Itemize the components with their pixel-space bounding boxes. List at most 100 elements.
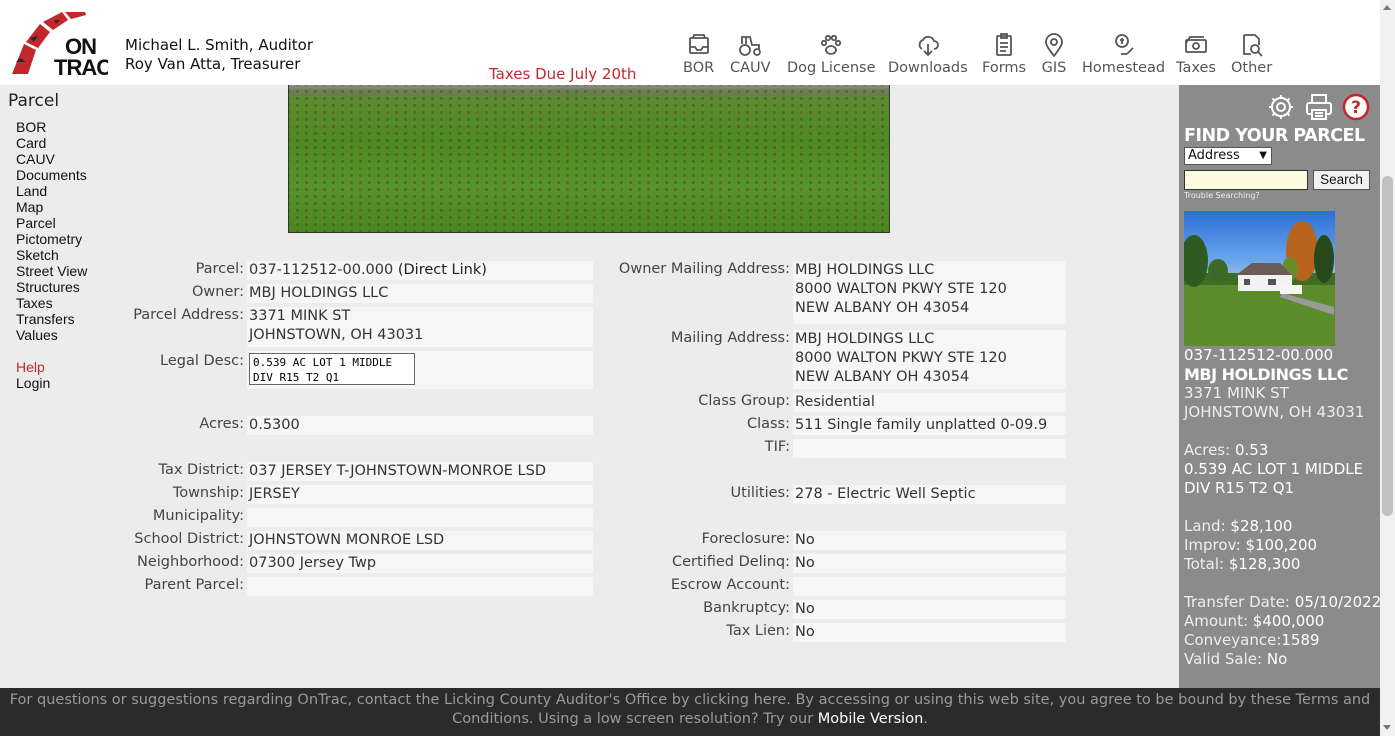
footer-line-2: Conditions. Using a low screen resolutio…	[0, 710, 1380, 729]
nav-gis-label: GIS	[1041, 60, 1067, 76]
sidebar-improv: Improv: $100,200	[1184, 536, 1317, 555]
nav-bor[interactable]: BOR	[683, 32, 714, 76]
sidebar-total-value: $128,300	[1228, 555, 1301, 573]
ontrac-logo[interactable]: ON TRAC	[10, 8, 113, 80]
nav-other[interactable]: Other	[1231, 32, 1272, 76]
sidebar-valid-label: Valid Sale:	[1184, 650, 1263, 668]
direct-link[interactable]: (Direct Link)	[398, 262, 487, 278]
tax-lien-value: No	[793, 623, 1066, 642]
auditor-name: Michael L. Smith, Auditor	[125, 36, 314, 54]
nav-dog-license-label: Dog License	[787, 60, 876, 76]
parent-parcel-value	[247, 577, 593, 596]
certified-delinq-value: No	[793, 554, 1066, 573]
clipboard-icon	[996, 33, 1012, 56]
sidenav-title: Parcel	[8, 91, 60, 111]
owner-mailing-line-1: MBJ HOLDINGS LLC	[795, 262, 935, 278]
certified-delinq-label: Certified Delinq:	[671, 554, 790, 570]
parcel-photo[interactable]	[288, 85, 890, 233]
bankruptcy-value: No	[793, 600, 1066, 619]
search-input[interactable]	[1184, 170, 1308, 190]
legal-desc-textarea[interactable]: 0.539 AC LOT 1 MIDDLE DIV R15 T2 Q1	[249, 353, 415, 385]
sidebar-land-label: Land:	[1184, 517, 1226, 535]
school-district-label: School District:	[134, 531, 244, 547]
tractor-icon	[739, 36, 762, 56]
parcel-address-value: 3371 MINK ST JOHNSTOWN, OH 43031	[247, 307, 593, 347]
sidebar-amount-value: $400,000	[1252, 612, 1325, 630]
sidebar-transfer-label: Transfer Date:	[1184, 593, 1290, 611]
cash-icon	[1185, 36, 1207, 53]
sidebar-amount: Amount: $400,000	[1184, 612, 1324, 631]
nav-dog-license[interactable]: Dog License	[787, 32, 876, 76]
sidenav-cauv[interactable]: CAUV	[16, 151, 55, 167]
nav-taxes[interactable]: Taxes	[1176, 32, 1216, 76]
svg-text:TRAC: TRAC	[54, 55, 108, 76]
sidenav-taxes[interactable]: Taxes	[16, 295, 53, 311]
escrow-account-value	[793, 577, 1066, 596]
chevron-down-icon: ▼	[1259, 150, 1267, 161]
sidenav-structures[interactable]: Structures	[16, 279, 80, 295]
sidenav-sketch[interactable]: Sketch	[16, 247, 59, 263]
municipality-value	[247, 508, 593, 527]
mailing-address-label: Mailing Address:	[670, 330, 790, 346]
owner-mailing-line-3: NEW ALBANY OH 43054	[795, 300, 970, 316]
sidenav-documents[interactable]: Documents	[16, 167, 87, 183]
paw-icon	[821, 34, 842, 55]
utilities-value: 278 - Electric Well Septic	[793, 485, 1066, 504]
nav-cauv[interactable]: CAUV	[730, 32, 771, 76]
sidebar-total-label: Total:	[1184, 555, 1225, 573]
sidebar-legal-1: 0.539 AC LOT 1 MIDDLE	[1184, 460, 1364, 478]
footer-line-1[interactable]: For questions or suggestions regarding O…	[0, 691, 1380, 710]
sidenav-land[interactable]: Land	[16, 183, 47, 199]
sidenav-pictometry[interactable]: Pictometry	[16, 231, 82, 247]
trouble-searching-link[interactable]: Trouble Searching?	[1184, 191, 1260, 200]
sidebar-acres: Acres: 0.53	[1184, 441, 1268, 460]
gear-icon[interactable]	[1267, 93, 1295, 121]
sidenav-bor[interactable]: BOR	[16, 119, 46, 135]
sidebar-transfer-value: 05/10/2022	[1294, 593, 1382, 611]
summary-sidebar: ? FIND YOUR PARCEL Address ▼ Search Trou…	[1179, 85, 1382, 688]
sidebar-amount-label: Amount:	[1184, 612, 1248, 630]
tax-lien-label: Tax Lien:	[726, 623, 790, 639]
mailing-line-1: MBJ HOLDINGS LLC	[795, 331, 935, 347]
nav-gis[interactable]: GIS	[1041, 32, 1067, 76]
money-hand-icon	[1114, 34, 1134, 55]
page-scrollbar[interactable]	[1380, 0, 1395, 736]
sidebar-owner: MBJ HOLDINGS LLC	[1184, 365, 1348, 384]
sidebar-improv-value: $100,200	[1245, 536, 1318, 554]
print-icon[interactable]	[1305, 93, 1333, 121]
sidenav-login[interactable]: Login	[16, 375, 50, 391]
tif-label: TIF:	[764, 439, 790, 455]
scroll-down-icon[interactable]	[1383, 725, 1391, 730]
neighborhood-label: Neighborhood:	[137, 554, 244, 570]
sidenav-card[interactable]: Card	[16, 135, 46, 151]
svg-text:?: ?	[1351, 98, 1361, 118]
scrollbar-thumb[interactable]	[1382, 176, 1393, 516]
sidenav-map[interactable]: Map	[16, 199, 43, 215]
nav-forms[interactable]: Forms	[982, 32, 1026, 76]
sidenav-values[interactable]: Values	[16, 327, 58, 343]
search-button[interactable]: Search	[1313, 170, 1370, 190]
nav-downloads[interactable]: Downloads	[888, 32, 968, 76]
taxes-due-notice[interactable]: Taxes Due July 20th	[489, 65, 636, 83]
scroll-up-icon[interactable]	[1383, 5, 1391, 10]
bankruptcy-label: Bankruptcy:	[703, 600, 790, 616]
sidenav-street-view[interactable]: Street View	[16, 263, 87, 279]
mailing-line-2: 8000 WALTON PKWY STE 120	[795, 350, 1007, 366]
help-icon[interactable]: ?	[1342, 93, 1370, 121]
owner-value: MBJ HOLDINGS LLC	[247, 284, 593, 303]
sidebar-valid-value: No	[1266, 650, 1288, 668]
township-value: JERSEY	[247, 485, 593, 504]
parcel-thumbnail[interactable]	[1184, 211, 1335, 346]
mobile-version-link[interactable]: Mobile Version	[818, 711, 924, 727]
sidebar-address-1: 3371 MINK ST	[1184, 384, 1289, 403]
sidebar-land-value: $28,100	[1230, 517, 1293, 535]
legal-desc-label: Legal Desc:	[160, 353, 244, 369]
parcel-value: 037-112512-00.000 (Direct Link)	[247, 261, 593, 280]
sidenav-help[interactable]: Help	[16, 359, 45, 375]
sidenav-parcel[interactable]: Parcel	[16, 215, 56, 231]
escrow-account-label: Escrow Account:	[670, 577, 790, 593]
search-type-select[interactable]: Address ▼	[1184, 147, 1272, 165]
township-label: Township:	[172, 485, 244, 501]
sidenav-transfers[interactable]: Transfers	[16, 311, 75, 327]
nav-homestead[interactable]: Homestead	[1082, 32, 1165, 76]
